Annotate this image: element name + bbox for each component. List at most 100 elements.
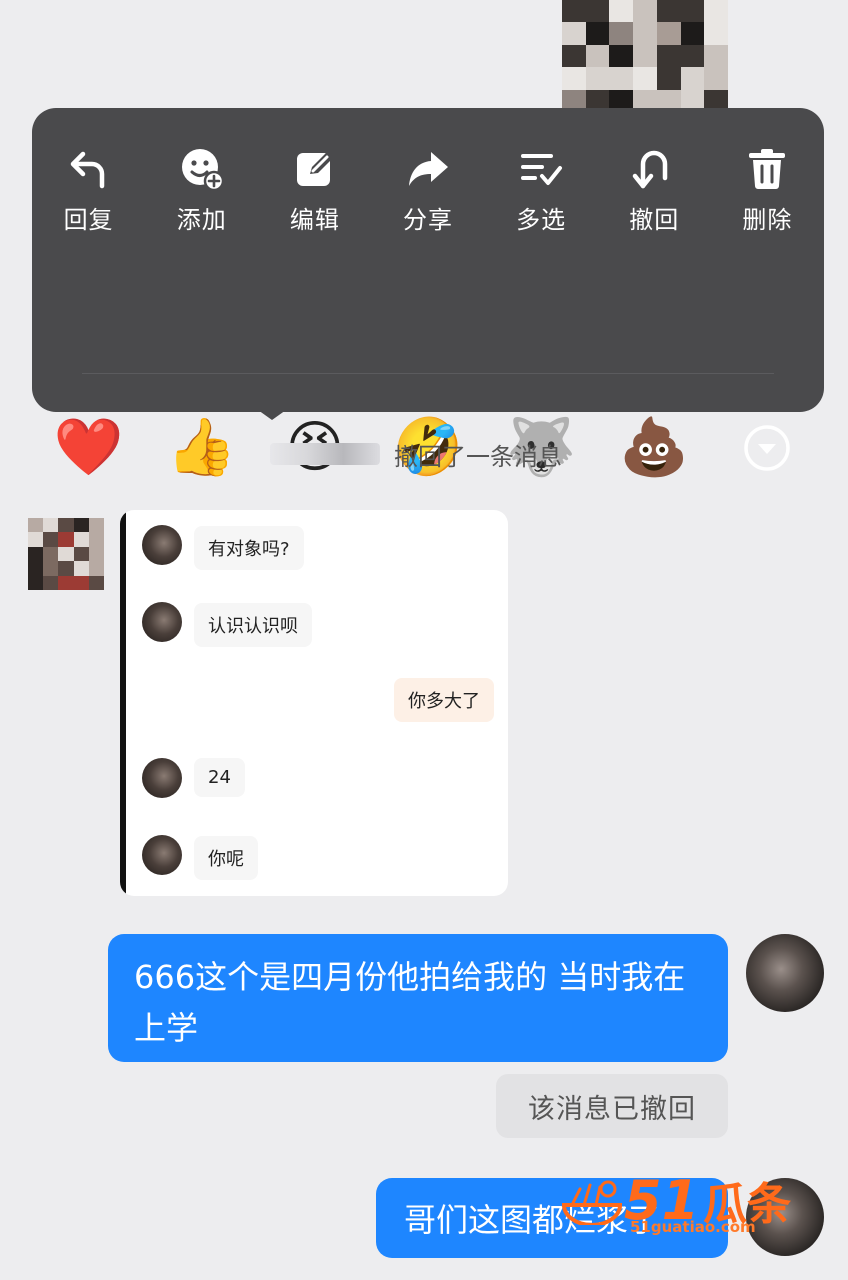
mosaic-pixel <box>58 561 74 576</box>
watermark-url: 51guatiao.com <box>630 1218 756 1236</box>
mosaic-pixel <box>609 44 634 68</box>
share-action[interactable]: 分享 <box>371 108 484 266</box>
quoted-message: 24 <box>194 758 245 797</box>
delete-icon <box>749 149 786 189</box>
mosaic-pixel <box>73 546 89 562</box>
multi-select-icon <box>521 154 563 185</box>
multi-select-action[interactable]: 多选 <box>485 108 598 266</box>
mosaic-pixel <box>88 561 104 576</box>
system-message-text: 撤回了一条消息 <box>394 442 562 471</box>
mosaic-pixel <box>656 44 681 68</box>
quoted-message: 有对象吗? <box>194 526 304 570</box>
top-avatar-blurred <box>562 0 728 112</box>
mosaic-pixel <box>58 575 74 590</box>
mosaic-pixel <box>562 22 586 45</box>
thumbs-up-reaction[interactable]: 👍 <box>145 378 258 518</box>
mosaic-pixel <box>633 22 657 45</box>
multi-select-label: 多选 <box>516 206 567 234</box>
mosaic-pixel <box>43 546 59 562</box>
reply-icon <box>70 151 104 189</box>
recalled-message-notice: 该消息已撤回 <box>496 1074 728 1138</box>
mosaic-pixel <box>609 0 634 23</box>
mosaic-pixel <box>28 561 44 576</box>
outgoing-message[interactable]: 666这个是四月份他拍给我的 当时我在上学 <box>108 934 728 1062</box>
message-context-menu: 回复 添加 编辑 分享 多选 撤回 删除 ❤️ 👍 🤣 🐺 💩 <box>32 108 824 476</box>
mosaic-pixel <box>28 518 44 533</box>
edit-label: 编辑 <box>289 206 340 234</box>
delete-action[interactable]: 删除 <box>711 108 824 266</box>
mosaic-pixel <box>680 67 705 90</box>
quoted-avatar <box>142 602 182 642</box>
reply-action[interactable]: 回复 <box>32 108 145 266</box>
thumbs-up-icon: 👍 <box>166 415 237 480</box>
mosaic-pixel <box>704 67 728 90</box>
mosaic-pixel <box>656 22 681 45</box>
chevron-down-circle-icon <box>744 425 791 471</box>
heart-reaction[interactable]: ❤️ <box>32 378 145 518</box>
mosaic-pixel <box>58 518 74 533</box>
chat-screenshot-image[interactable]: 有对象吗? 认识认识呗 你多大了 24 你呢 <box>120 510 508 896</box>
edit-action[interactable]: 编辑 <box>258 108 371 266</box>
mosaic-pixel <box>58 532 74 547</box>
poop-reaction[interactable]: 💩 <box>598 378 711 518</box>
mosaic-pixel <box>73 518 89 533</box>
sender-avatar-blurred[interactable] <box>28 518 104 590</box>
mosaic-pixel <box>585 0 610 23</box>
mosaic-pixel <box>43 532 59 547</box>
share-icon <box>408 152 448 186</box>
mosaic-pixel <box>704 22 728 45</box>
mosaic-pixel <box>585 22 610 45</box>
mosaic-pixel <box>704 0 728 23</box>
mosaic-pixel <box>562 67 586 90</box>
reply-label: 回复 <box>63 206 114 234</box>
quoted-avatar <box>142 525 182 565</box>
menu-pointer <box>258 410 286 420</box>
mosaic-pixel <box>562 0 586 23</box>
recall-icon <box>633 150 668 189</box>
quoted-message-self: 你多大了 <box>394 678 494 722</box>
mosaic-pixel <box>656 0 681 23</box>
mosaic-pixel <box>43 575 59 590</box>
add-label: 添加 <box>176 206 227 234</box>
mosaic-pixel <box>43 518 59 533</box>
mosaic-pixel <box>88 532 104 547</box>
mosaic-pixel <box>680 44 705 68</box>
system-recall-notice: 撤回了一条消息 <box>270 436 610 472</box>
mosaic-pixel <box>88 518 104 533</box>
mosaic-pixel <box>633 0 657 23</box>
blurred-username <box>270 443 380 465</box>
share-label: 分享 <box>402 206 453 234</box>
mosaic-pixel <box>28 532 44 547</box>
mosaic-pixel <box>88 546 104 562</box>
mosaic-pixel <box>680 22 705 45</box>
mosaic-pixel <box>43 561 59 576</box>
mosaic-pixel <box>680 0 705 23</box>
add-sticker-icon <box>181 149 224 192</box>
mosaic-pixel <box>58 546 74 562</box>
mosaic-pixel <box>633 44 657 68</box>
screenshot-border <box>120 510 126 896</box>
add-sticker-action[interactable]: 添加 <box>145 108 258 266</box>
mosaic-pixel <box>88 575 104 590</box>
mosaic-pixel <box>609 67 634 90</box>
more-reactions-button[interactable] <box>711 378 824 518</box>
menu-divider <box>82 373 774 374</box>
mosaic-pixel <box>73 561 89 576</box>
quoted-message: 认识认识呗 <box>194 603 312 647</box>
my-avatar[interactable] <box>746 934 824 1012</box>
recall-label: 撤回 <box>629 206 680 234</box>
mosaic-pixel <box>562 44 586 68</box>
quoted-avatar <box>142 835 182 875</box>
quoted-avatar <box>142 758 182 798</box>
recall-action[interactable]: 撤回 <box>598 108 711 266</box>
edit-icon <box>296 151 334 186</box>
delete-label: 删除 <box>742 206 793 234</box>
mosaic-pixel <box>633 67 657 90</box>
mosaic-pixel <box>73 532 89 547</box>
mosaic-pixel <box>609 22 634 45</box>
mosaic-pixel <box>656 67 681 90</box>
mosaic-pixel <box>73 575 89 590</box>
watermark-logo-icon <box>561 1180 623 1225</box>
mosaic-pixel <box>28 546 44 562</box>
heart-icon: ❤️ <box>53 415 124 480</box>
